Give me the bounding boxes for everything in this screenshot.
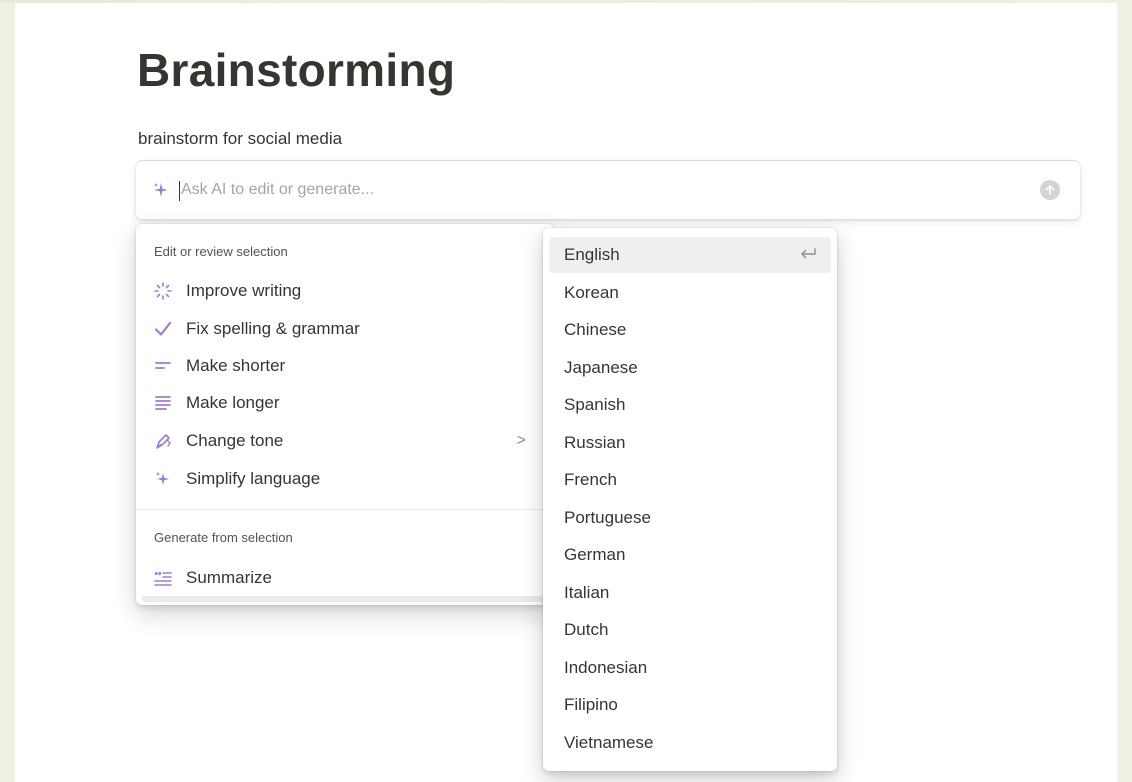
section-label-edit: Edit or review selection: [154, 244, 288, 259]
language-option-chinese[interactable]: Chinese: [549, 312, 831, 348]
make-shorter-label: Make shorter: [186, 356, 286, 375]
ai-prompt-input[interactable]: [181, 175, 1001, 205]
improve-writing-label: Improve writing: [186, 281, 302, 300]
language-option-japanese[interactable]: Japanese: [549, 350, 831, 386]
language-menu: English Korean Chinese Japanese Spanish …: [543, 228, 837, 771]
make-longer-item[interactable]: Make longer: [144, 386, 544, 420]
menu-scroll-edge: [142, 596, 552, 602]
language-option-french[interactable]: French: [549, 462, 831, 498]
language-option-dutch[interactable]: Dutch: [549, 612, 831, 648]
summarize-item[interactable]: Summarize: [144, 561, 544, 595]
text-caret: [179, 181, 180, 201]
page-canvas: Brainstorming brainstorm for social medi…: [15, 3, 1117, 782]
language-option-vietnamese[interactable]: Vietnamese: [549, 725, 831, 761]
summarize-label: Summarize: [186, 568, 272, 587]
simplify-language-item[interactable]: Simplify language: [144, 462, 544, 496]
simplify-language-label: Simplify language: [186, 469, 321, 488]
change-tone-label: Change tone: [186, 431, 284, 450]
change-tone-item[interactable]: Change tone >: [144, 424, 544, 458]
language-option-english[interactable]: English: [549, 237, 831, 273]
chevron-right-icon: >: [516, 432, 526, 449]
language-option-russian[interactable]: Russian: [549, 425, 831, 461]
make-longer-label: Make longer: [186, 393, 280, 412]
check-icon: [152, 318, 174, 340]
page-title[interactable]: Brainstorming: [137, 43, 455, 97]
enter-key-icon: [799, 246, 817, 266]
fix-spelling-label: Fix spelling & grammar: [186, 319, 360, 338]
arrow-up-circle-icon[interactable]: [1040, 180, 1060, 200]
language-option-spanish[interactable]: Spanish: [549, 387, 831, 423]
sparkle-burst-icon: [152, 280, 174, 302]
quote-lines-icon: [152, 567, 174, 589]
make-shorter-item[interactable]: Make shorter: [144, 349, 544, 383]
ai-actions-menu: Edit or review selection Improve writing: [136, 224, 554, 605]
pen-icon: [152, 430, 174, 452]
ai-prompt-bar[interactable]: [136, 161, 1080, 219]
language-option-indonesian[interactable]: Indonesian: [549, 650, 831, 686]
improve-writing-item[interactable]: Improve writing: [144, 274, 544, 308]
language-option-italian[interactable]: Italian: [549, 575, 831, 611]
menu-divider: [136, 509, 554, 510]
long-lines-icon: [152, 392, 174, 414]
short-lines-icon: [152, 355, 174, 377]
language-option-german[interactable]: German: [549, 537, 831, 573]
fix-spelling-item[interactable]: Fix spelling & grammar: [144, 312, 544, 346]
page-subtitle[interactable]: brainstorm for social media: [138, 129, 342, 149]
language-option-korean[interactable]: Korean: [549, 275, 831, 311]
section-label-generate: Generate from selection: [154, 530, 293, 545]
language-option-filipino[interactable]: Filipino: [549, 687, 831, 723]
sparkle-icon: [152, 468, 174, 490]
language-option-portuguese[interactable]: Portuguese: [549, 500, 831, 536]
sparkle-icon: [152, 181, 170, 199]
